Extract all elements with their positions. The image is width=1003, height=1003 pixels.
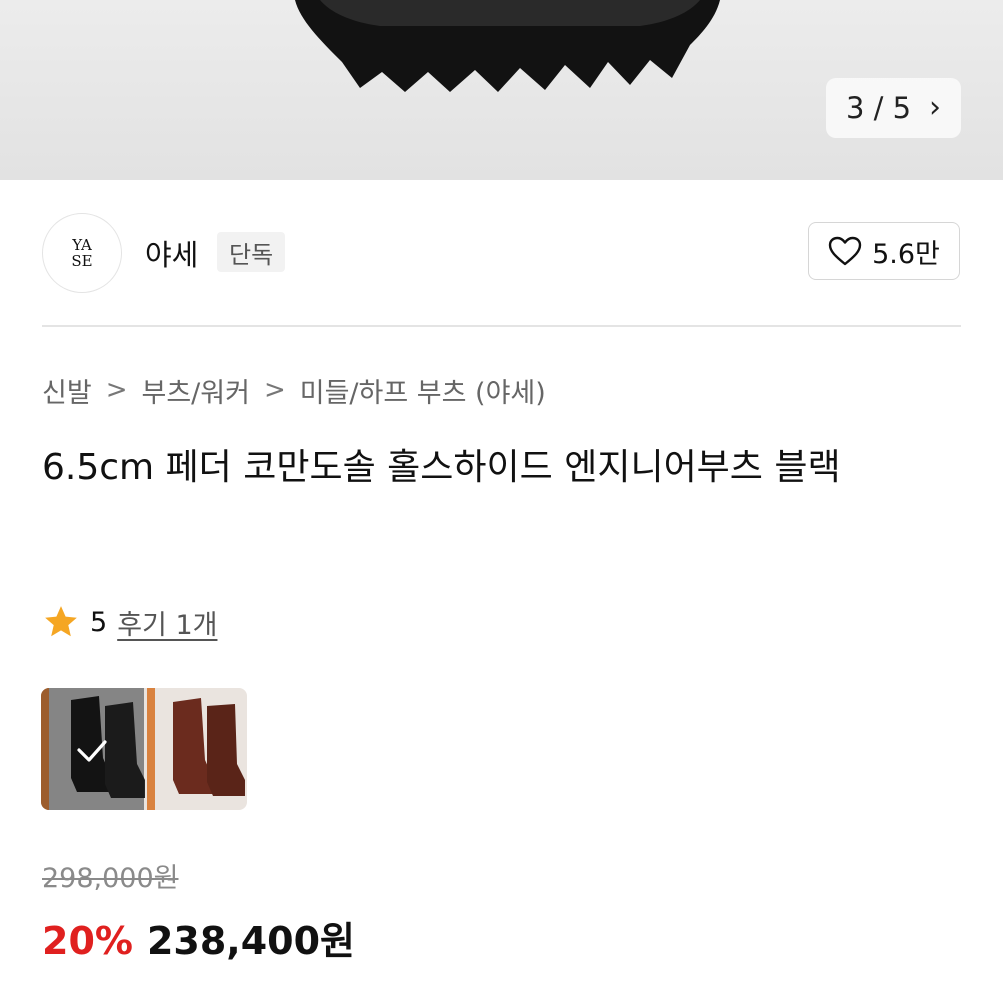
price-row: 20% 238,400원 [42,910,355,965]
chevron-right-icon[interactable]: › [929,93,941,123]
product-page: 3 / 5 › YA SE 야세 단독 5.6만 신발 > 부츠/워커 > 미들… [0,0,1003,1003]
rating-row: 5 후기 1개 [42,602,217,642]
image-pager[interactable]: 3 / 5 › [826,78,961,138]
original-price: 298,000원 [42,863,179,894]
rating-value: 5 [90,606,108,638]
like-button[interactable]: 5.6만 [808,222,960,280]
breadcrumb-separator: > [105,375,128,405]
store-logo[interactable]: YA SE [42,213,122,293]
star-icon [45,606,77,637]
exclusive-badge: 단독 [217,232,286,272]
store-logo-mark: YA SE [71,236,92,270]
breadcrumb-item-boots[interactable]: 부츠/워커 [141,371,249,410]
discount-rate: 20% [42,919,133,963]
product-image-carousel[interactable]: 3 / 5 › [0,0,1003,180]
pager-count: 3 / 5 [845,91,912,125]
store-name[interactable]: 야세 [145,232,198,274]
like-count: 5.6만 [872,238,940,270]
boots-thumbnail-image [41,688,247,810]
breadcrumb-separator: > [263,375,286,405]
heart-icon [828,236,862,266]
breadcrumb: 신발 > 부츠/워커 > 미들/하프 부츠 (야세) [42,370,546,410]
review-link[interactable]: 후기 1개 [117,603,217,642]
breadcrumb-item-middle-boots[interactable]: 미들/하프 부츠 (야세) [300,371,546,410]
sale-price: 238,400원 [146,919,356,963]
divider [42,325,961,327]
color-option-thumbnail[interactable] [41,688,247,810]
svg-text:SE: SE [71,252,92,270]
breadcrumb-item-shoes[interactable]: 신발 [42,371,92,410]
product-title: 6.5cm 페더 코만도솔 홀스하이드 엔지니어부츠 블랙 [42,447,841,488]
